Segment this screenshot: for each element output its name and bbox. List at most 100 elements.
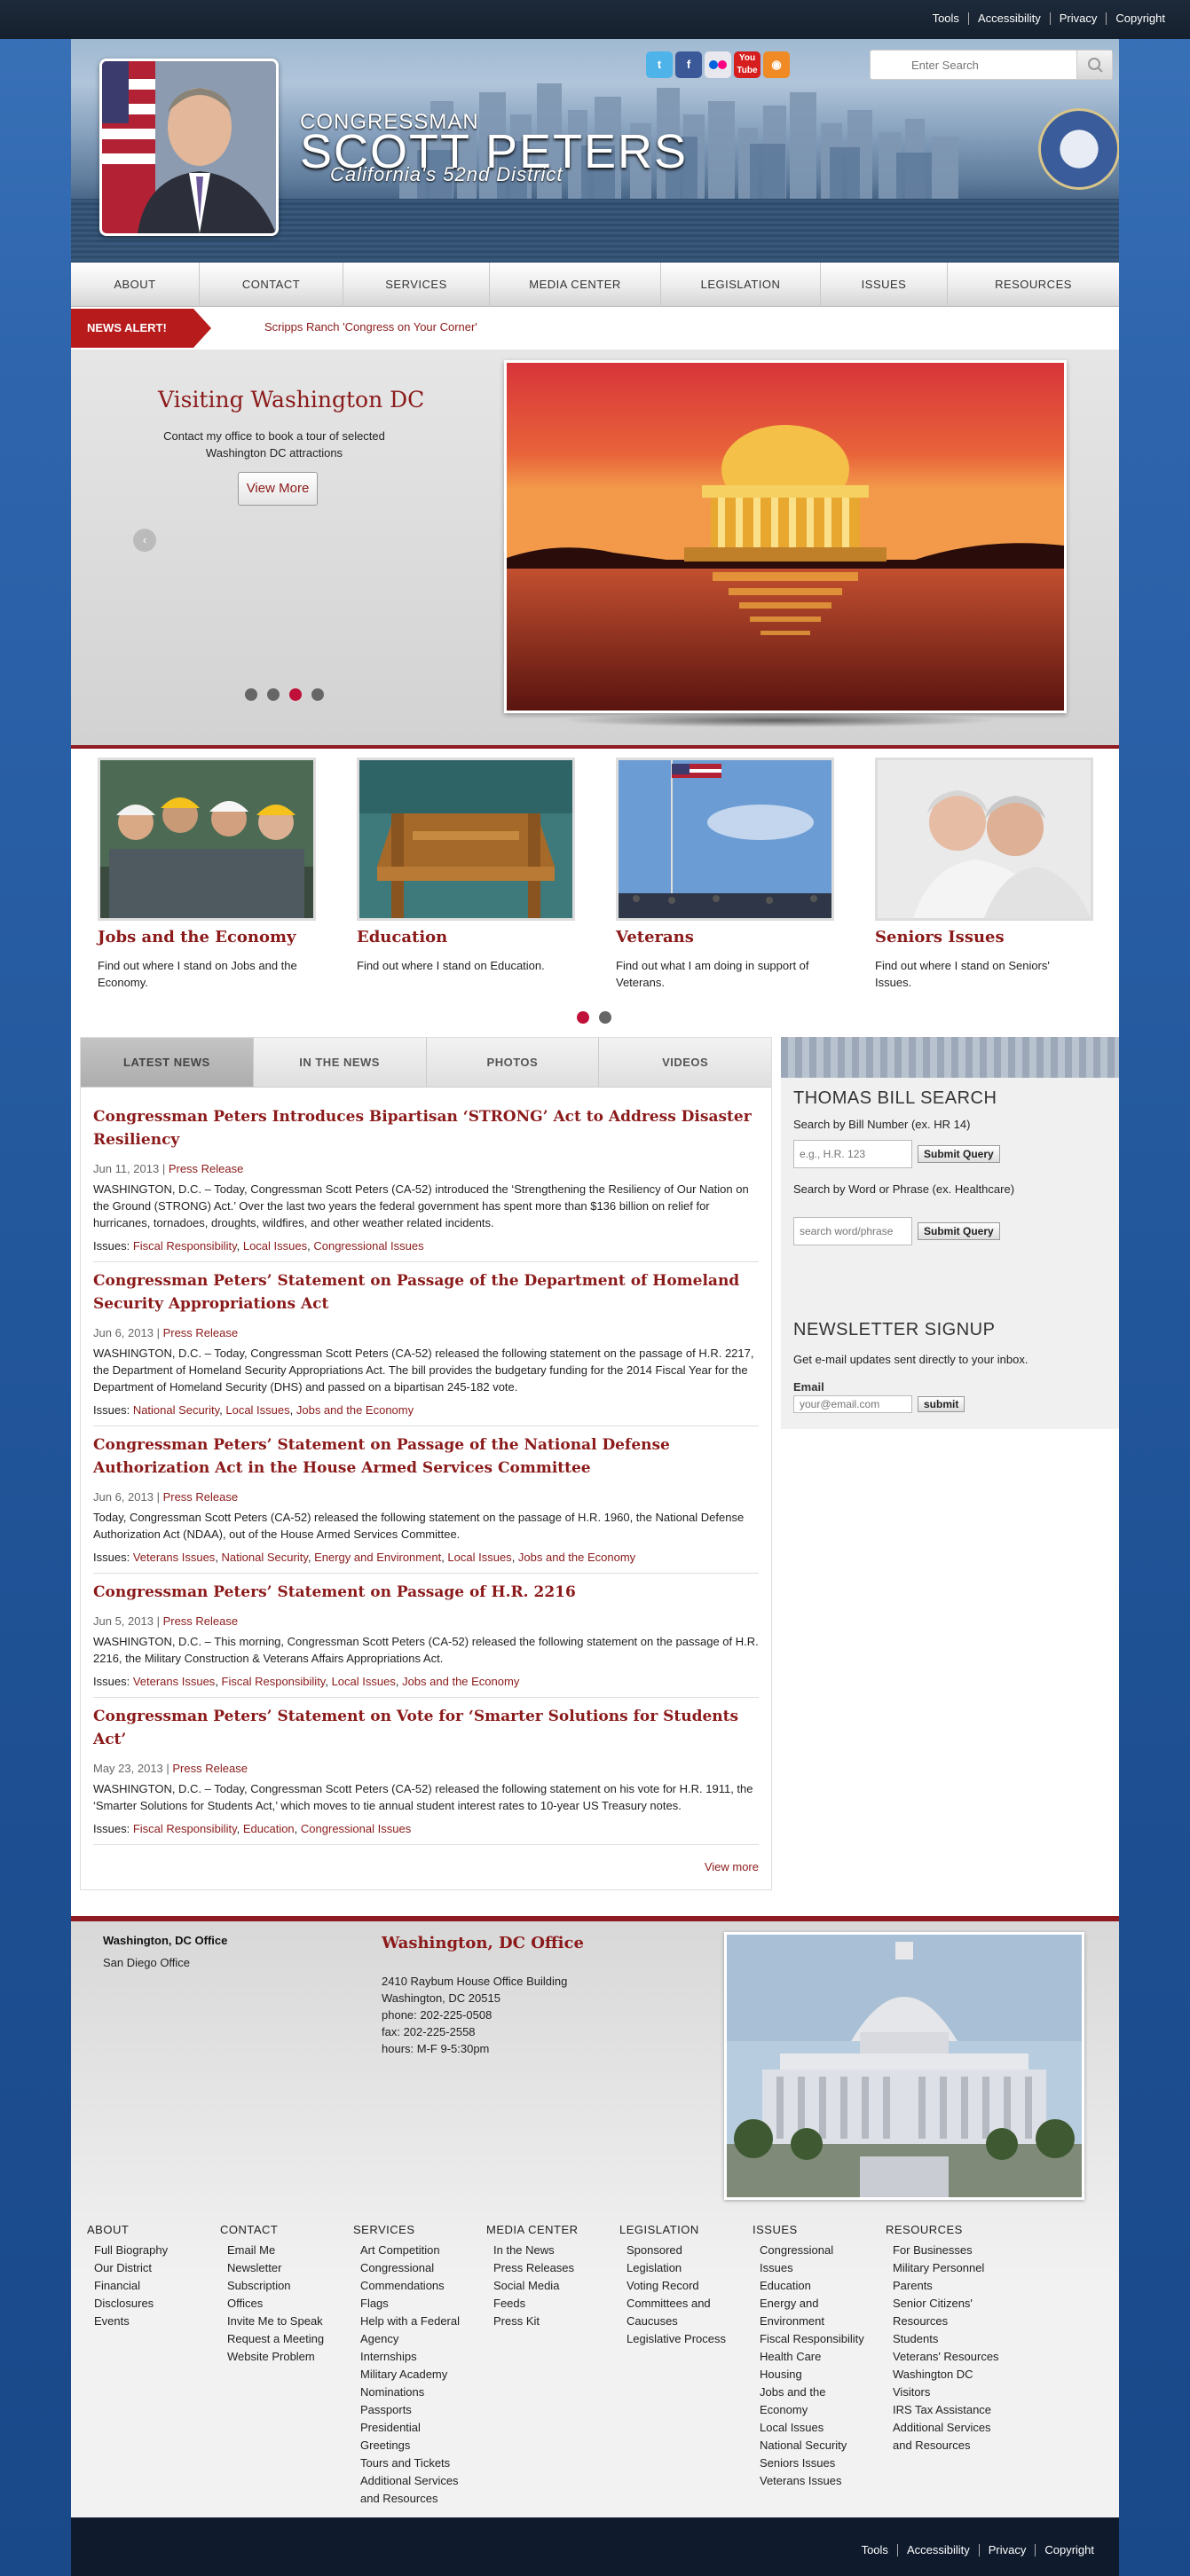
bottom-link-accessibility[interactable]: Accessibility [896, 2544, 979, 2556]
footer-link[interactable]: Fiscal Responsibility [753, 2330, 868, 2348]
footer-link[interactable]: Washington DC Visitors [886, 2366, 983, 2401]
email-input[interactable] [793, 1395, 912, 1413]
bill-number-input[interactable] [793, 1140, 912, 1168]
issues-dot-2[interactable] [599, 1011, 611, 1024]
footer-link[interactable]: Email Me [220, 2242, 335, 2259]
tag-link[interactable]: Fiscal Responsibility [133, 1239, 237, 1253]
tab-photos[interactable]: PHOTOS [426, 1038, 600, 1087]
view-more-button[interactable]: View More [238, 472, 318, 506]
footer-link[interactable]: Feeds [486, 2295, 602, 2313]
rss-icon[interactable]: ◉ [763, 51, 790, 78]
footer-heading[interactable]: ISSUES [753, 2223, 886, 2236]
newsletter-submit-button[interactable]: submit [918, 1396, 965, 1412]
tab-videos[interactable]: VIDEOS [599, 1038, 771, 1087]
article-type-link[interactable]: Press Release [169, 1162, 244, 1175]
article-title[interactable]: Congressman Peters’ Statement on Passage… [93, 1574, 759, 1604]
footer-link[interactable]: Energy and Environment [753, 2295, 841, 2330]
footer-link[interactable]: Invite Me to Speak [220, 2313, 335, 2330]
bottom-link-copyright[interactable]: Copyright [1035, 2544, 1103, 2556]
article-title[interactable]: Congressman Peters Introduces Bipartisan… [93, 1098, 759, 1151]
footer-link[interactable]: Seniors Issues [753, 2454, 868, 2472]
tag-link[interactable]: Congressional Issues [301, 1822, 411, 1835]
footer-link[interactable]: Senior Citizens' Resources [886, 2295, 983, 2330]
issue-title-jobs[interactable]: Jobs and the Economy [98, 928, 316, 946]
office-tab-dc[interactable]: Washington, DC Office [103, 1934, 227, 1947]
nav-legislation[interactable]: LEGISLATION [661, 263, 821, 307]
article-title[interactable]: Congressman Peters’ Statement on Vote fo… [93, 1698, 759, 1751]
util-link-copyright[interactable]: Copyright [1106, 12, 1174, 25]
footer-link[interactable]: Additional Services and Resources [886, 2419, 992, 2454]
bill-number-submit-button[interactable]: Submit Query [918, 1145, 1000, 1163]
slider-prev-arrow-icon[interactable]: ‹ [133, 529, 156, 552]
footer-link[interactable]: Press Kit [486, 2313, 602, 2330]
issue-title-veterans[interactable]: Veterans [616, 928, 834, 946]
footer-link[interactable]: National Security [753, 2437, 868, 2454]
footer-link[interactable]: Local Issues [753, 2419, 868, 2437]
article-type-link[interactable]: Press Release [163, 1614, 239, 1628]
issue-card-veterans[interactable]: Veterans Find out what I am doing in sup… [616, 758, 834, 991]
footer-link[interactable]: Parents [886, 2277, 1001, 2295]
nav-issues[interactable]: ISSUES [821, 263, 948, 307]
tag-link[interactable]: Congressional Issues [313, 1239, 423, 1253]
slider-dot-4[interactable] [311, 688, 324, 701]
util-link-accessibility[interactable]: Accessibility [967, 12, 1050, 25]
footer-link[interactable]: Events [87, 2313, 202, 2330]
tag-link[interactable]: Local Issues [332, 1675, 396, 1688]
footer-link[interactable]: Flags [353, 2295, 469, 2313]
slider-dot-1[interactable] [245, 688, 257, 701]
tag-link[interactable]: Veterans Issues [133, 1551, 216, 1564]
footer-link[interactable]: IRS Tax Assistance [886, 2401, 1001, 2419]
footer-heading[interactable]: ABOUT [87, 2223, 220, 2236]
footer-link[interactable]: Legislative Process [619, 2330, 735, 2348]
tag-link[interactable]: Jobs and the Economy [518, 1551, 635, 1564]
footer-link[interactable]: Internships [353, 2348, 469, 2366]
bottom-link-privacy[interactable]: Privacy [978, 2544, 1036, 2556]
footer-heading[interactable]: MEDIA CENTER [486, 2223, 619, 2236]
footer-link[interactable]: Financial Disclosures [87, 2277, 202, 2313]
search-button[interactable] [1076, 51, 1112, 79]
footer-link[interactable]: Subscription Offices [220, 2277, 318, 2313]
footer-link[interactable]: Military Academy Nominations [353, 2366, 460, 2401]
tag-link[interactable]: Energy and Environment [314, 1551, 441, 1564]
footer-link[interactable]: Our District [87, 2259, 202, 2277]
twitter-icon[interactable]: t [646, 51, 673, 78]
tag-link[interactable]: Local Issues [243, 1239, 307, 1253]
tag-link[interactable]: Local Issues [447, 1551, 511, 1564]
nav-resources[interactable]: RESOURCES [948, 263, 1119, 307]
footer-link[interactable]: Presidential Greetings [353, 2419, 442, 2454]
footer-link[interactable]: Newsletter [220, 2259, 335, 2277]
footer-link[interactable]: Passports [353, 2401, 469, 2419]
issue-card-seniors[interactable]: Seniors Issues Find out where I stand on… [875, 758, 1093, 991]
tag-link[interactable]: Jobs and the Economy [402, 1675, 519, 1688]
footer-link[interactable]: Help with a Federal Agency [353, 2313, 464, 2348]
footer-link[interactable]: Voting Record [619, 2277, 735, 2295]
nav-services[interactable]: SERVICES [343, 263, 490, 307]
footer-link[interactable]: Veterans Issues [753, 2472, 868, 2490]
footer-link[interactable]: Health Care [753, 2348, 868, 2366]
issue-title-education[interactable]: Education [357, 928, 575, 946]
tag-link[interactable]: Veterans Issues [133, 1675, 216, 1688]
footer-link[interactable]: In the News [486, 2242, 602, 2259]
slider-dot-3[interactable] [289, 688, 302, 701]
flickr-icon[interactable] [705, 51, 731, 78]
youtube-icon[interactable]: You Tube [734, 51, 760, 78]
footer-link[interactable]: Social Media [486, 2277, 602, 2295]
office-tab-san-diego[interactable]: San Diego Office [103, 1956, 227, 1969]
tag-link[interactable]: National Security [133, 1403, 219, 1417]
footer-link[interactable]: Art Competition [353, 2242, 469, 2259]
view-more-link[interactable]: View more [705, 1860, 759, 1873]
issue-title-seniors[interactable]: Seniors Issues [875, 928, 1093, 946]
footer-link[interactable]: Jobs and the Economy [753, 2384, 832, 2419]
tag-link[interactable]: Local Issues [225, 1403, 289, 1417]
tab-in-the-news[interactable]: IN THE NEWS [253, 1038, 427, 1087]
util-link-tools[interactable]: Tools [924, 12, 968, 25]
nav-contact[interactable]: CONTACT [200, 263, 343, 307]
slider-dot-2[interactable] [267, 688, 280, 701]
footer-link[interactable]: Housing [753, 2366, 868, 2384]
footer-link[interactable]: Congressional Issues [753, 2242, 868, 2277]
issue-card-jobs[interactable]: Jobs and the Economy Find out where I st… [98, 758, 316, 991]
bill-word-input[interactable] [793, 1217, 912, 1245]
footer-link[interactable]: For Businesses [886, 2242, 1001, 2259]
tag-link[interactable]: National Security [222, 1551, 308, 1564]
news-alert-link[interactable]: Scripps Ranch 'Congress on Your Corner' [264, 320, 477, 334]
